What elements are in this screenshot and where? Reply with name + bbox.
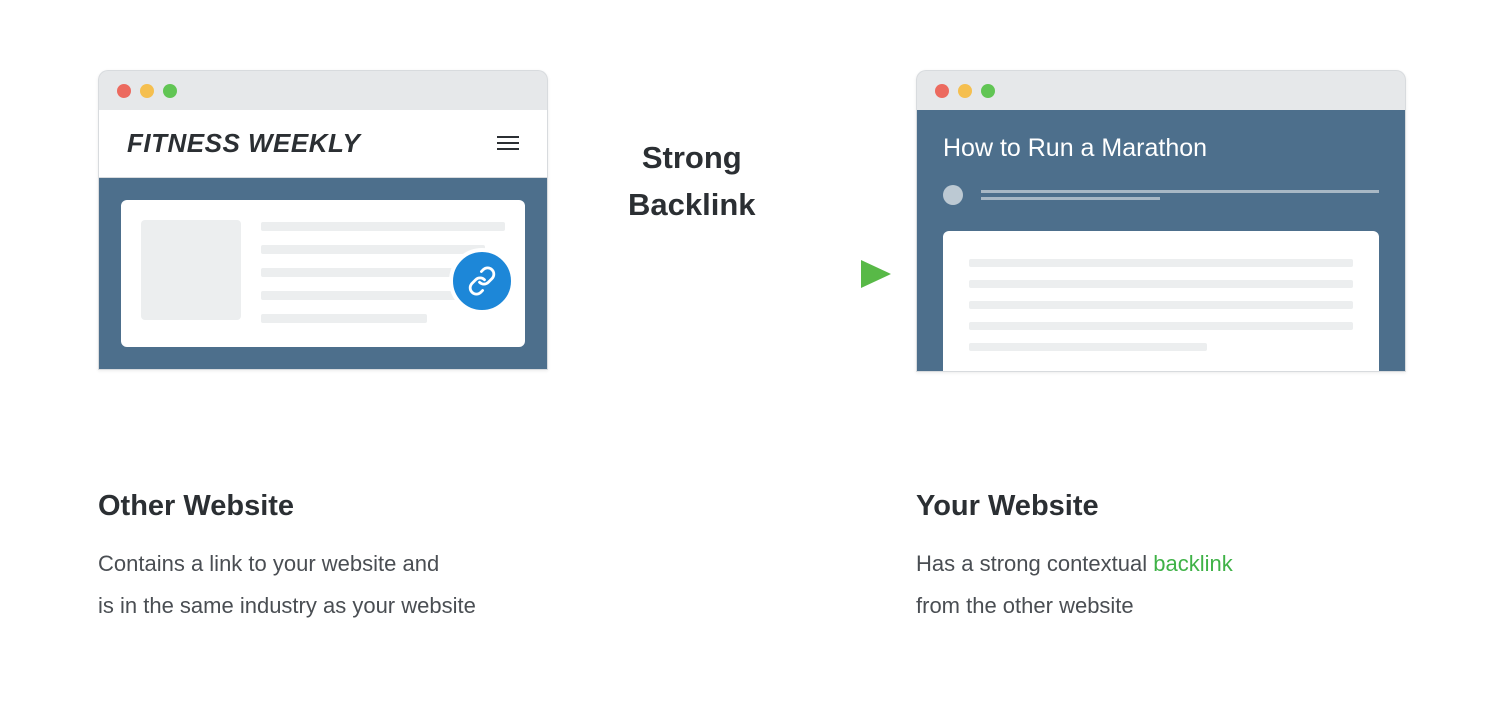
browser-titlebar bbox=[916, 70, 1406, 110]
browser-titlebar bbox=[98, 70, 548, 110]
site-header: FITNESS WEEKLY bbox=[98, 110, 548, 178]
article-content bbox=[943, 231, 1379, 371]
arrow-label-line1: Strong bbox=[628, 135, 756, 182]
text-line bbox=[969, 322, 1353, 330]
other-website-description: Other Website Contains a link to your we… bbox=[98, 490, 598, 627]
progress-line bbox=[981, 197, 1160, 200]
progress-bar bbox=[981, 190, 1379, 200]
text-line bbox=[969, 280, 1353, 288]
minimize-icon bbox=[958, 84, 972, 98]
article-title: How to Run a Marathon bbox=[943, 134, 1379, 163]
arrow-label-line2: Backlink bbox=[628, 182, 756, 229]
article-thumbnail bbox=[141, 220, 241, 320]
desc-title: Your Website bbox=[916, 490, 1416, 523]
text-line bbox=[261, 314, 427, 323]
minimize-icon bbox=[140, 84, 154, 98]
text-line bbox=[261, 222, 505, 231]
desc-line2: from the other website bbox=[916, 593, 1134, 618]
desc-body: Contains a link to your website and is i… bbox=[98, 543, 598, 627]
site-body: How to Run a Marathon bbox=[916, 110, 1406, 372]
backlink-diagram: FITNESS WEEKLY bbox=[0, 0, 1500, 711]
maximize-icon bbox=[981, 84, 995, 98]
text-line bbox=[969, 301, 1353, 309]
desc-highlight: backlink bbox=[1153, 551, 1232, 576]
your-website-window: How to Run a Marathon bbox=[916, 70, 1406, 372]
desc-prefix: Has a strong contextual bbox=[916, 551, 1153, 576]
progress-line bbox=[981, 190, 1379, 193]
media-controls bbox=[943, 185, 1379, 205]
desc-title: Other Website bbox=[98, 490, 598, 523]
your-website-description: Your Website Has a strong contextual bac… bbox=[916, 490, 1416, 627]
desc-body: Has a strong contextual backlink from th… bbox=[916, 543, 1416, 627]
text-line bbox=[969, 343, 1207, 351]
arrow-label: Strong Backlink bbox=[628, 135, 756, 228]
play-icon bbox=[943, 185, 963, 205]
hamburger-icon bbox=[497, 131, 519, 157]
close-icon bbox=[117, 84, 131, 98]
desc-line2: is in the same industry as your website bbox=[98, 593, 476, 618]
text-line bbox=[261, 245, 485, 254]
text-line bbox=[969, 259, 1353, 267]
desc-line1: Contains a link to your website and bbox=[98, 551, 439, 576]
arrow-icon bbox=[466, 254, 891, 294]
article-card bbox=[121, 200, 525, 347]
close-icon bbox=[935, 84, 949, 98]
other-website-window: FITNESS WEEKLY bbox=[98, 70, 548, 370]
site-title: FITNESS WEEKLY bbox=[127, 128, 360, 159]
maximize-icon bbox=[163, 84, 177, 98]
